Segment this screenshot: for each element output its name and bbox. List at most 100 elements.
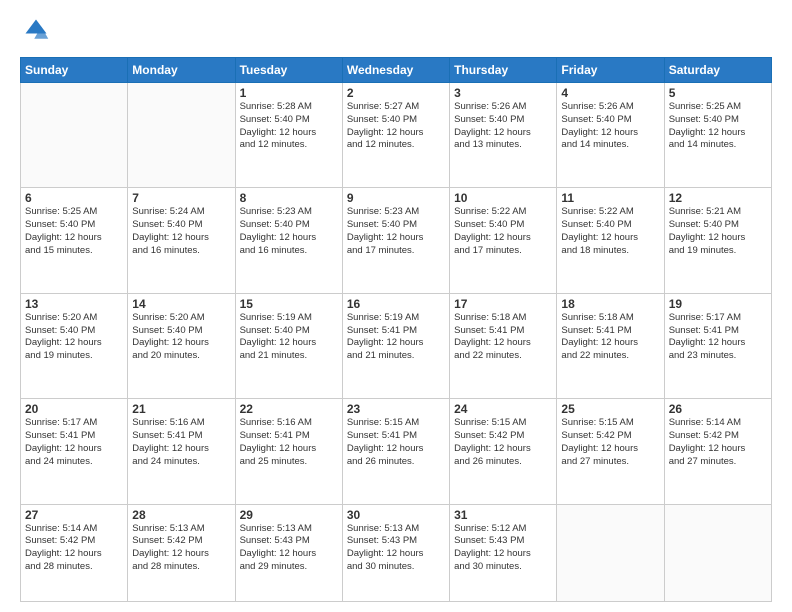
day-cell: 28Sunrise: 5:13 AMSunset: 5:42 PMDayligh… <box>128 504 235 602</box>
day-number: 20 <box>25 402 123 416</box>
day-cell: 6Sunrise: 5:25 AMSunset: 5:40 PMDaylight… <box>21 188 128 293</box>
day-info: Sunrise: 5:18 AMSunset: 5:41 PMDaylight:… <box>561 312 659 363</box>
day-cell <box>664 504 771 602</box>
day-cell: 31Sunrise: 5:12 AMSunset: 5:43 PMDayligh… <box>450 504 557 602</box>
day-info: Sunrise: 5:14 AMSunset: 5:42 PMDaylight:… <box>25 523 123 574</box>
day-number: 15 <box>240 297 338 311</box>
weekday-header-row: SundayMondayTuesdayWednesdayThursdayFrid… <box>21 58 772 83</box>
day-cell: 13Sunrise: 5:20 AMSunset: 5:40 PMDayligh… <box>21 293 128 398</box>
day-number: 9 <box>347 191 445 205</box>
day-cell: 14Sunrise: 5:20 AMSunset: 5:40 PMDayligh… <box>128 293 235 398</box>
day-cell: 9Sunrise: 5:23 AMSunset: 5:40 PMDaylight… <box>342 188 449 293</box>
day-info: Sunrise: 5:14 AMSunset: 5:42 PMDaylight:… <box>669 417 767 468</box>
day-info: Sunrise: 5:24 AMSunset: 5:40 PMDaylight:… <box>132 206 230 257</box>
day-info: Sunrise: 5:17 AMSunset: 5:41 PMDaylight:… <box>669 312 767 363</box>
day-number: 18 <box>561 297 659 311</box>
day-number: 4 <box>561 86 659 100</box>
day-info: Sunrise: 5:15 AMSunset: 5:42 PMDaylight:… <box>561 417 659 468</box>
day-info: Sunrise: 5:15 AMSunset: 5:41 PMDaylight:… <box>347 417 445 468</box>
day-cell: 5Sunrise: 5:25 AMSunset: 5:40 PMDaylight… <box>664 83 771 188</box>
day-info: Sunrise: 5:22 AMSunset: 5:40 PMDaylight:… <box>454 206 552 257</box>
day-number: 11 <box>561 191 659 205</box>
day-cell: 20Sunrise: 5:17 AMSunset: 5:41 PMDayligh… <box>21 399 128 504</box>
day-cell: 27Sunrise: 5:14 AMSunset: 5:42 PMDayligh… <box>21 504 128 602</box>
day-cell: 16Sunrise: 5:19 AMSunset: 5:41 PMDayligh… <box>342 293 449 398</box>
day-info: Sunrise: 5:23 AMSunset: 5:40 PMDaylight:… <box>240 206 338 257</box>
day-info: Sunrise: 5:15 AMSunset: 5:42 PMDaylight:… <box>454 417 552 468</box>
day-info: Sunrise: 5:17 AMSunset: 5:41 PMDaylight:… <box>25 417 123 468</box>
day-cell: 30Sunrise: 5:13 AMSunset: 5:43 PMDayligh… <box>342 504 449 602</box>
day-info: Sunrise: 5:20 AMSunset: 5:40 PMDaylight:… <box>25 312 123 363</box>
day-number: 29 <box>240 508 338 522</box>
day-number: 22 <box>240 402 338 416</box>
day-number: 6 <box>25 191 123 205</box>
day-number: 2 <box>347 86 445 100</box>
day-number: 8 <box>240 191 338 205</box>
weekday-header-friday: Friday <box>557 58 664 83</box>
day-info: Sunrise: 5:16 AMSunset: 5:41 PMDaylight:… <box>132 417 230 468</box>
day-info: Sunrise: 5:22 AMSunset: 5:40 PMDaylight:… <box>561 206 659 257</box>
day-info: Sunrise: 5:25 AMSunset: 5:40 PMDaylight:… <box>25 206 123 257</box>
weekday-header-thursday: Thursday <box>450 58 557 83</box>
day-cell: 1Sunrise: 5:28 AMSunset: 5:40 PMDaylight… <box>235 83 342 188</box>
weekday-header-monday: Monday <box>128 58 235 83</box>
day-number: 17 <box>454 297 552 311</box>
day-cell: 15Sunrise: 5:19 AMSunset: 5:40 PMDayligh… <box>235 293 342 398</box>
day-info: Sunrise: 5:13 AMSunset: 5:43 PMDaylight:… <box>240 523 338 574</box>
day-cell: 17Sunrise: 5:18 AMSunset: 5:41 PMDayligh… <box>450 293 557 398</box>
day-info: Sunrise: 5:12 AMSunset: 5:43 PMDaylight:… <box>454 523 552 574</box>
day-cell: 19Sunrise: 5:17 AMSunset: 5:41 PMDayligh… <box>664 293 771 398</box>
day-info: Sunrise: 5:21 AMSunset: 5:40 PMDaylight:… <box>669 206 767 257</box>
header <box>20 16 772 49</box>
week-row-1: 1Sunrise: 5:28 AMSunset: 5:40 PMDaylight… <box>21 83 772 188</box>
day-info: Sunrise: 5:13 AMSunset: 5:43 PMDaylight:… <box>347 523 445 574</box>
day-cell: 7Sunrise: 5:24 AMSunset: 5:40 PMDaylight… <box>128 188 235 293</box>
day-number: 16 <box>347 297 445 311</box>
week-row-3: 13Sunrise: 5:20 AMSunset: 5:40 PMDayligh… <box>21 293 772 398</box>
week-row-4: 20Sunrise: 5:17 AMSunset: 5:41 PMDayligh… <box>21 399 772 504</box>
day-info: Sunrise: 5:27 AMSunset: 5:40 PMDaylight:… <box>347 101 445 152</box>
page: SundayMondayTuesdayWednesdayThursdayFrid… <box>0 0 792 612</box>
week-row-5: 27Sunrise: 5:14 AMSunset: 5:42 PMDayligh… <box>21 504 772 602</box>
day-number: 1 <box>240 86 338 100</box>
day-info: Sunrise: 5:19 AMSunset: 5:41 PMDaylight:… <box>347 312 445 363</box>
day-number: 19 <box>669 297 767 311</box>
day-number: 25 <box>561 402 659 416</box>
day-info: Sunrise: 5:13 AMSunset: 5:42 PMDaylight:… <box>132 523 230 574</box>
day-info: Sunrise: 5:19 AMSunset: 5:40 PMDaylight:… <box>240 312 338 363</box>
day-cell <box>21 83 128 188</box>
day-cell: 11Sunrise: 5:22 AMSunset: 5:40 PMDayligh… <box>557 188 664 293</box>
day-info: Sunrise: 5:28 AMSunset: 5:40 PMDaylight:… <box>240 101 338 152</box>
day-number: 21 <box>132 402 230 416</box>
day-number: 10 <box>454 191 552 205</box>
day-cell: 10Sunrise: 5:22 AMSunset: 5:40 PMDayligh… <box>450 188 557 293</box>
weekday-header-tuesday: Tuesday <box>235 58 342 83</box>
calendar-table: SundayMondayTuesdayWednesdayThursdayFrid… <box>20 57 772 602</box>
day-number: 14 <box>132 297 230 311</box>
day-cell: 2Sunrise: 5:27 AMSunset: 5:40 PMDaylight… <box>342 83 449 188</box>
logo <box>20 16 50 49</box>
weekday-header-wednesday: Wednesday <box>342 58 449 83</box>
day-cell: 3Sunrise: 5:26 AMSunset: 5:40 PMDaylight… <box>450 83 557 188</box>
day-cell: 21Sunrise: 5:16 AMSunset: 5:41 PMDayligh… <box>128 399 235 504</box>
day-cell <box>557 504 664 602</box>
day-info: Sunrise: 5:26 AMSunset: 5:40 PMDaylight:… <box>561 101 659 152</box>
day-cell: 25Sunrise: 5:15 AMSunset: 5:42 PMDayligh… <box>557 399 664 504</box>
day-cell <box>128 83 235 188</box>
day-info: Sunrise: 5:23 AMSunset: 5:40 PMDaylight:… <box>347 206 445 257</box>
day-number: 23 <box>347 402 445 416</box>
day-info: Sunrise: 5:20 AMSunset: 5:40 PMDaylight:… <box>132 312 230 363</box>
day-number: 5 <box>669 86 767 100</box>
day-cell: 12Sunrise: 5:21 AMSunset: 5:40 PMDayligh… <box>664 188 771 293</box>
day-info: Sunrise: 5:25 AMSunset: 5:40 PMDaylight:… <box>669 101 767 152</box>
day-number: 12 <box>669 191 767 205</box>
day-number: 30 <box>347 508 445 522</box>
weekday-header-saturday: Saturday <box>664 58 771 83</box>
day-number: 26 <box>669 402 767 416</box>
day-number: 27 <box>25 508 123 522</box>
day-cell: 24Sunrise: 5:15 AMSunset: 5:42 PMDayligh… <box>450 399 557 504</box>
day-number: 13 <box>25 297 123 311</box>
day-cell: 26Sunrise: 5:14 AMSunset: 5:42 PMDayligh… <box>664 399 771 504</box>
day-number: 7 <box>132 191 230 205</box>
day-number: 24 <box>454 402 552 416</box>
